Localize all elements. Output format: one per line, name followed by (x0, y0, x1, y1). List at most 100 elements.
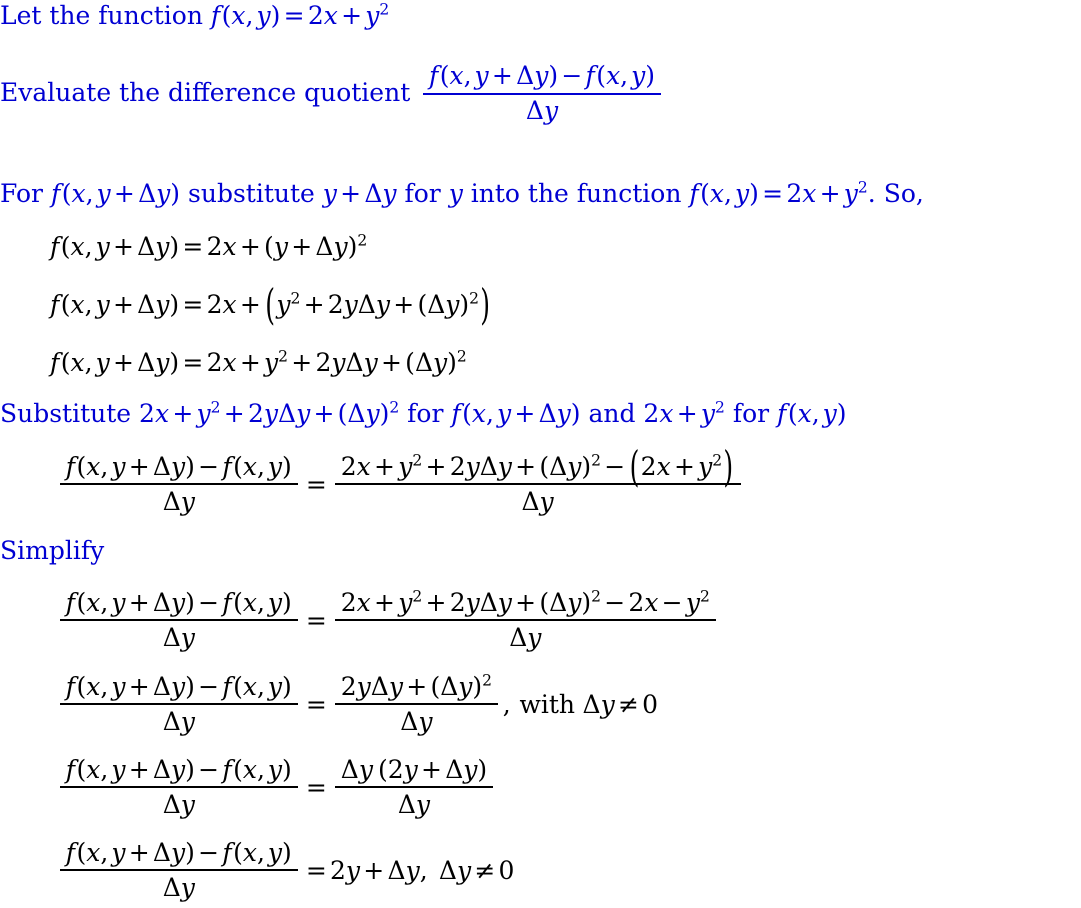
delta-symbol: Δ (347, 399, 366, 428)
fraction-denominator: Δy (156, 485, 201, 516)
fraction-numerator: f(x, y + Δy) − f(x, y) (59, 588, 299, 621)
coefficient-2: 2 (330, 855, 346, 885)
exponent-2: 2 (715, 398, 725, 417)
line3-text-for: For (0, 179, 51, 208)
comma: , (84, 232, 93, 261)
rparen: ) (645, 61, 656, 90)
eq1-equals: = (182, 232, 204, 261)
var-y: y (734, 179, 750, 208)
rparen: ) (185, 672, 195, 701)
exponent-2: 2 (389, 398, 400, 417)
plus-sign: + (112, 290, 134, 319)
plus-sign: + (239, 232, 261, 261)
function-symbol-f: f (65, 672, 76, 701)
var-y: y (358, 755, 373, 784)
delta-symbol: Δ (152, 755, 171, 784)
line3-math-y: y (448, 179, 463, 208)
exponent-2: 2 (412, 451, 423, 470)
lparen: ( (233, 838, 243, 867)
fraction-numerator: Δy (2y + Δy) (334, 755, 494, 788)
rparen: ) (379, 399, 390, 428)
var-y: y (539, 487, 554, 516)
exponent-2: 2 (456, 347, 467, 366)
delta-symbol: Δ (364, 179, 383, 208)
var-y: y (365, 399, 380, 428)
equation-expand-step-2: f(x, y + Δy) = 2x + (y2 +2yΔy + (Δy)2) (50, 280, 491, 329)
var-x: x (86, 838, 101, 867)
delta-symbol: Δ (345, 348, 364, 377)
coefficient-2: 2 (327, 290, 344, 319)
line-let-the-function: Let the function f(x, y) = 2x + y2 (0, 1, 389, 31)
var-x: x (86, 452, 101, 481)
equation-expand-step-1: f(x, y + Δy) = 2x + (y + Δy)2 (50, 232, 367, 261)
plus-sign: + (425, 588, 447, 617)
zero: 0 (498, 855, 515, 885)
var-y: y (170, 672, 186, 701)
rparen: ) (185, 755, 195, 784)
comma: , (620, 61, 629, 90)
rparen: ) (477, 755, 488, 784)
plus-sign: + (673, 452, 695, 481)
var-y: y (180, 873, 195, 902)
fraction-numerator: 2x + y2 +2yΔy + (Δy)2− (2x + y2) (334, 442, 741, 491)
line3-text-for2: for (396, 179, 449, 208)
delta-symbol: Δ (387, 855, 406, 885)
fraction: f(x, y + Δy) − f(x, y) Δy (59, 452, 299, 516)
minus-sign: − (198, 755, 220, 784)
line3-math-function-def: f(x, y) = 2x + y2 (689, 179, 867, 209)
lparen: ( (60, 290, 71, 319)
rparen: ) (282, 755, 292, 784)
delta-symbol: Δ (370, 672, 389, 701)
var-y: y (445, 290, 460, 319)
eq6-trailing-comma: , (502, 689, 511, 719)
fraction-numerator: f(x, y + Δy) − f(x, y) (422, 61, 662, 95)
exponent-2: 2 (700, 587, 710, 606)
comma: , (100, 838, 109, 867)
exponent-2: 2 (412, 587, 423, 606)
eq7-equals: = (305, 772, 327, 802)
delta-symbol: Δ (357, 290, 376, 319)
var-y: y (497, 588, 512, 617)
var-y: y (267, 452, 283, 481)
plus-sign: + (374, 452, 395, 481)
plus-sign: + (128, 452, 150, 481)
coefficient-2: 2 (340, 672, 357, 701)
var-y: y (415, 790, 431, 819)
exponent-2: 2 (712, 451, 723, 470)
not-equals-sign: ≠ (474, 855, 496, 885)
rparen: ) (170, 179, 181, 208)
plus-sign: + (380, 348, 402, 377)
var-y: y (170, 755, 186, 784)
fraction-denominator: Δy (156, 788, 201, 819)
plus-sign: + (425, 452, 447, 481)
rparen: ) (282, 452, 292, 481)
fraction-denominator: Δy (156, 871, 201, 902)
minus-sign: − (604, 588, 626, 617)
simplify-label: Simplify (0, 536, 105, 565)
var-y: y (111, 452, 126, 481)
fraction-denominator: Δy (503, 621, 548, 652)
var-y: y (843, 179, 858, 208)
var-x: x (86, 755, 101, 784)
eq6-lhs-fraction: f(x, y + Δy) − f(x, y) Δy (55, 672, 303, 736)
comma: , (84, 348, 93, 377)
var-y: y (458, 672, 473, 701)
plus-sign: + (514, 399, 536, 428)
var-y: y (474, 61, 489, 90)
big-rparen: ) (480, 279, 491, 330)
fraction-numerator: 2yΔy + (Δy)2 (334, 672, 499, 705)
fraction-numerator: 2x + y2 +2yΔy + (Δy)2−2x − y2 (334, 587, 717, 621)
delta-symbol: Δ (479, 588, 498, 617)
plus-sign: + (374, 588, 395, 617)
var-x: x (231, 1, 246, 30)
delta-symbol: Δ (152, 452, 171, 481)
equation-factored: f(x, y + Δy) − f(x, y) Δy = Δy (2y + Δy) Δy (55, 755, 498, 819)
eq5-equals: = (305, 605, 327, 635)
delta-symbol: Δ (582, 689, 601, 719)
lparen: ( (417, 290, 428, 319)
var-y: y (267, 588, 283, 617)
plus-sign: + (112, 348, 134, 377)
fraction: Δy (2y + Δy) Δy (334, 755, 494, 819)
var-y: y (263, 399, 278, 428)
plus-sign: + (421, 755, 442, 784)
